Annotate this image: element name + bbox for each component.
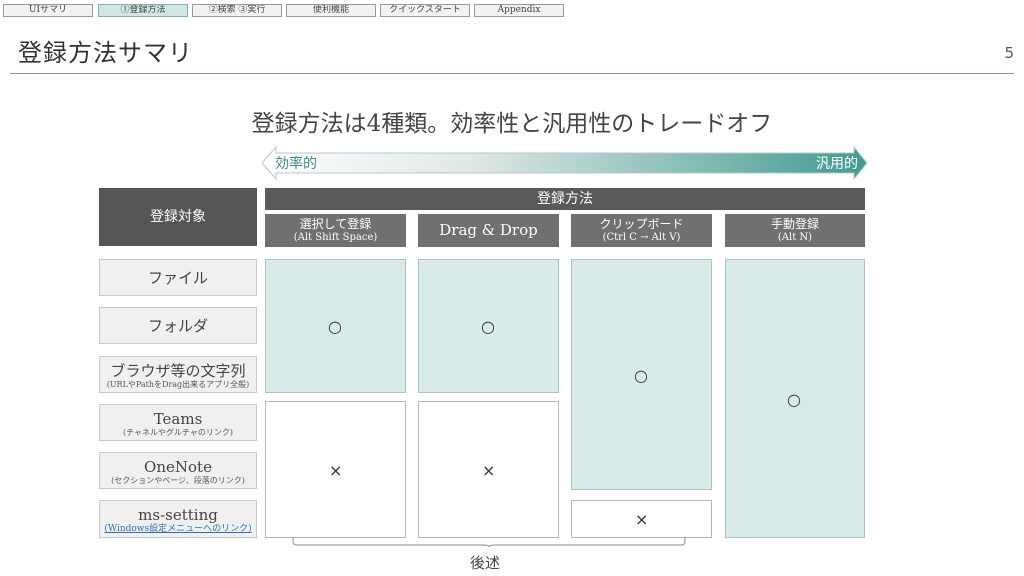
target-header: 登録対象: [99, 188, 257, 246]
supported-mark: ○: [481, 317, 495, 336]
row-note: (セクションやページ、段落のリンク): [111, 476, 245, 485]
row-note: (チャネルやグルチャのリンク): [122, 428, 234, 437]
supported-mark: ○: [328, 317, 342, 336]
bracket: [292, 537, 686, 547]
method-label: 選択して登録: [299, 217, 372, 231]
unsupported-mark: ×: [635, 510, 649, 529]
row-file: ファイル: [99, 259, 257, 296]
tab-features[interactable]: 便利機能: [286, 4, 376, 17]
cell-select-supported: ○: [265, 259, 406, 393]
method-shortcut: (Alt Shift Space): [293, 232, 378, 243]
row-folder: フォルダ: [99, 307, 257, 344]
method-header: 登録方法: [265, 188, 865, 210]
method-clipboard: クリップボード (Ctrl C → Alt V): [571, 214, 712, 247]
method-label: クリップボード: [599, 217, 684, 231]
method-select-register: 選択して登録 (Alt Shift Space): [265, 214, 406, 247]
tab-appendix[interactable]: Appendix: [474, 4, 564, 17]
row-label: フォルダ: [147, 317, 208, 335]
row-note: (URLやPathをDrag出来るアプリ全般): [106, 380, 250, 389]
method-manual: 手動登録 (Alt N): [725, 214, 865, 247]
row-browser-text: ブラウザ等の文字列 (URLやPathをDrag出来るアプリ全般): [99, 356, 257, 393]
cell-dnd-supported: ○: [418, 259, 559, 393]
method-drag-drop: Drag & Drop: [418, 214, 559, 247]
tab-registration[interactable]: ①登録方法: [98, 4, 188, 17]
cell-clipboard-supported: ○: [571, 259, 712, 490]
cell-dnd-unsupported: ×: [418, 401, 559, 538]
unsupported-mark: ×: [329, 461, 343, 480]
tab-search-run[interactable]: ②検索 ③実行: [192, 4, 282, 17]
described-later-note: 後述: [470, 554, 501, 572]
page-number: 5: [1004, 44, 1014, 62]
row-label: ブラウザ等の文字列: [110, 362, 246, 380]
unsupported-mark: ×: [482, 461, 496, 480]
row-label: ms-setting: [138, 506, 218, 524]
efficient-label: 効率的: [275, 156, 317, 172]
supported-mark: ○: [787, 390, 801, 409]
method-shortcut: (Alt N): [777, 232, 813, 243]
cell-select-unsupported: ×: [265, 401, 406, 538]
cell-manual-supported: ○: [725, 259, 865, 538]
row-label: ファイル: [147, 269, 208, 287]
row-ms-setting: ms-setting (Windows設定メニューへのリンク): [99, 500, 257, 538]
cell-clipboard-unsupported: ×: [571, 500, 712, 538]
method-label: 手動登録: [770, 217, 819, 231]
title-divider: [10, 73, 1014, 74]
method-shortcut: (Ctrl C → Alt V): [602, 232, 681, 243]
general-label: 汎用的: [816, 156, 858, 172]
slide-headline: 登録方法は4種類。効率性と汎用性のトレードオフ: [251, 111, 773, 137]
row-label: Teams: [153, 410, 203, 428]
efficiency-generality-arrow: [262, 146, 868, 180]
method-label: Drag & Drop: [439, 221, 538, 239]
supported-mark: ○: [634, 366, 648, 385]
row-onenote: OneNote (セクションやページ、段落のリンク): [99, 452, 257, 489]
row-teams: Teams (チャネルやグルチャのリンク): [99, 404, 257, 441]
tab-quickstart[interactable]: クイックスタート: [380, 4, 470, 17]
page-title: 登録方法サマリ: [18, 39, 193, 67]
tab-ui-summary[interactable]: UIサマリ: [3, 4, 93, 17]
ms-setting-link[interactable]: (Windows設定メニューへのリンク): [100, 524, 256, 534]
row-label: OneNote: [144, 458, 212, 476]
